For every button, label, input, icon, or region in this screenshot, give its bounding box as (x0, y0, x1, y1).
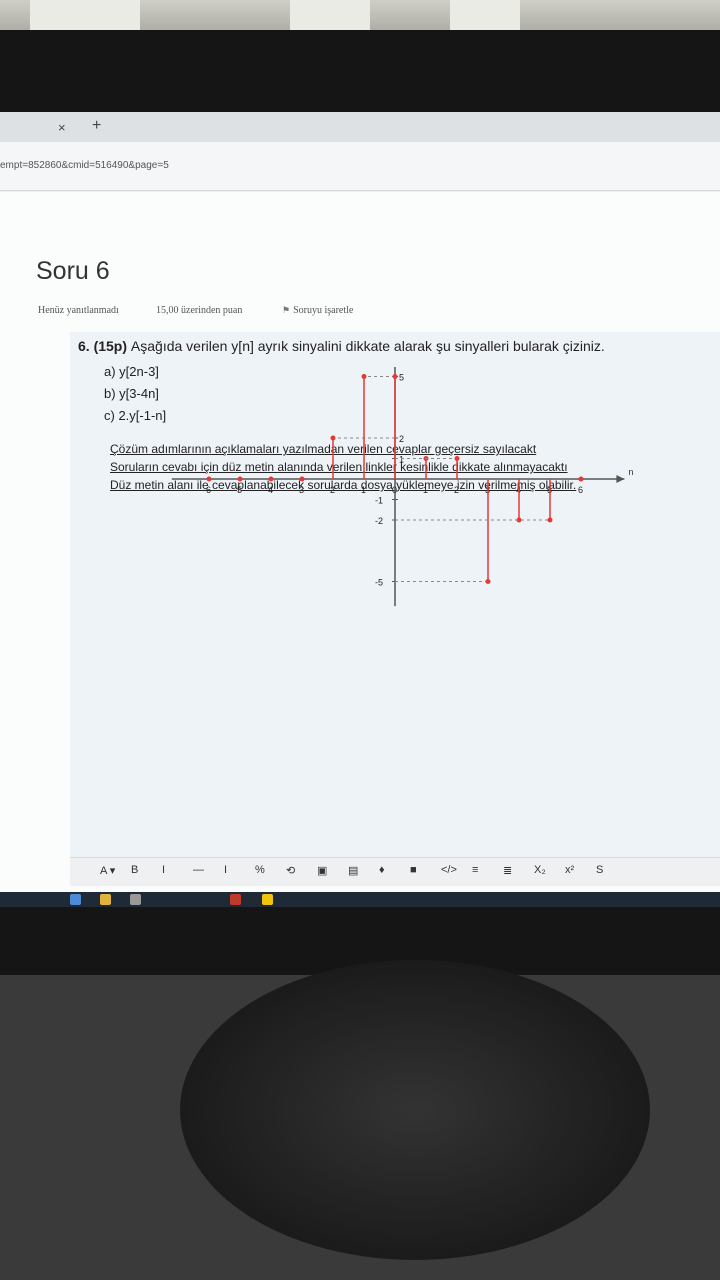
page-title: Soru 6 (36, 257, 110, 285)
address-bar[interactable]: empt=852860&cmid=516490&page=5 (0, 142, 720, 191)
y-tick-label: 5 (399, 373, 404, 383)
editor-toolbar-button[interactable]: ≡ (472, 864, 478, 876)
y-tick-label: -2 (375, 516, 383, 526)
editor-toolbar: A ▾ B I — I% ⟲ ▣ ▤ ♦ ■ </> ≡ ≣ X₂ x² S (70, 857, 720, 886)
stem-point (485, 579, 491, 584)
stem-point (268, 476, 274, 482)
x-tick-label: -4 (265, 485, 273, 495)
x-axis-arrow (616, 475, 625, 483)
question-text: Aşağıda verilen y[n] ayrık sinyalini dik… (130, 338, 605, 354)
x-tick-label: 6 (578, 485, 583, 495)
editor-toolbar-button[interactable]: ≣ (503, 864, 512, 877)
taskbar-store-icon[interactable] (130, 894, 141, 905)
taskbar-app-icon[interactable] (230, 894, 241, 905)
taskbar-edge-icon[interactable] (70, 894, 81, 905)
x-tick-label: 2 (454, 485, 459, 495)
browser-tab-bar: × + (0, 112, 720, 142)
flag-icon: ⚑ (282, 305, 291, 315)
taskbar-chrome-icon[interactable] (262, 894, 273, 905)
x-tick-label: 1 (423, 485, 428, 495)
url-text[interactable]: empt=852860&cmid=516490&page=5 (0, 160, 169, 171)
y-tick-label: -1 (375, 496, 383, 506)
stem-point (237, 476, 243, 482)
x-tick-label: -2 (327, 485, 335, 495)
x-tick-label: -6 (203, 485, 211, 495)
editor-toolbar-button[interactable]: ■ (410, 864, 417, 876)
editor-toolbar-button[interactable]: A ▾ (100, 864, 115, 877)
x-axis-label: n (628, 467, 633, 477)
editor-toolbar-button[interactable]: S (596, 864, 603, 876)
editor-toolbar-button[interactable]: B (131, 864, 138, 876)
editor-toolbar-button[interactable]: x² (565, 864, 574, 876)
signal-plot: ny[n]-6-5-4-3-2-10123456521-1-2-5 (171, 367, 633, 607)
editor-toolbar-button[interactable]: ▣ (317, 864, 327, 877)
stem-point (578, 476, 584, 482)
question-points: 15,00 üzerinden puan (156, 305, 243, 316)
editor-toolbar-button[interactable]: X₂ (534, 864, 546, 876)
answer-status: Henüz yanıtlanmadı (38, 305, 119, 316)
y-tick-label: 2 (399, 434, 404, 444)
editor-toolbar-button[interactable]: ▤ (348, 864, 358, 877)
editor-toolbar-button[interactable]: </> (441, 864, 457, 876)
question-heading: 6. (15p) Aşağıda verilen y[n] ayrık siny… (78, 338, 605, 354)
monitor-screen: × + empt=852860&cmid=516490&page=5 Soru … (0, 112, 720, 907)
editor-toolbar-button[interactable]: % (255, 864, 265, 876)
editor-toolbar-button[interactable]: I (162, 864, 165, 876)
x-tick-label: -1 (358, 485, 366, 495)
flag-label: Soruyu işaretle (293, 305, 354, 316)
quiz-page: Soru 6 Henüz yanıtlanmadı 15,00 üzerinde… (0, 192, 720, 907)
editor-toolbar-button[interactable]: ♦ (379, 864, 385, 876)
stem-point (206, 476, 212, 482)
stem-point (392, 374, 398, 379)
windows-taskbar (0, 892, 720, 907)
x-tick-label: 0 (392, 485, 397, 495)
taskbar-explorer-icon[interactable] (100, 894, 111, 905)
editor-toolbar-button[interactable]: — (193, 864, 204, 876)
stem-point (454, 456, 460, 461)
stem-point (330, 435, 336, 441)
editor-toolbar-button[interactable]: ⟲ (286, 864, 295, 877)
new-tab-button[interactable]: + (92, 117, 101, 135)
x-tick-label: -5 (234, 485, 242, 495)
x-tick-label: -3 (296, 485, 304, 495)
flag-question-link[interactable]: ⚑ Soruyu işaretle (282, 305, 353, 316)
y-tick-label: -5 (375, 578, 383, 588)
question-number: 6. (15p) (78, 338, 128, 354)
stem-point (361, 374, 367, 379)
stem-point (547, 517, 553, 523)
y-tick-label: 1 (399, 455, 404, 465)
monitor-stand (180, 960, 650, 1260)
stem-point (299, 476, 305, 482)
editor-toolbar-button[interactable]: I (224, 864, 227, 876)
tab-close-icon[interactable]: × (58, 120, 66, 135)
